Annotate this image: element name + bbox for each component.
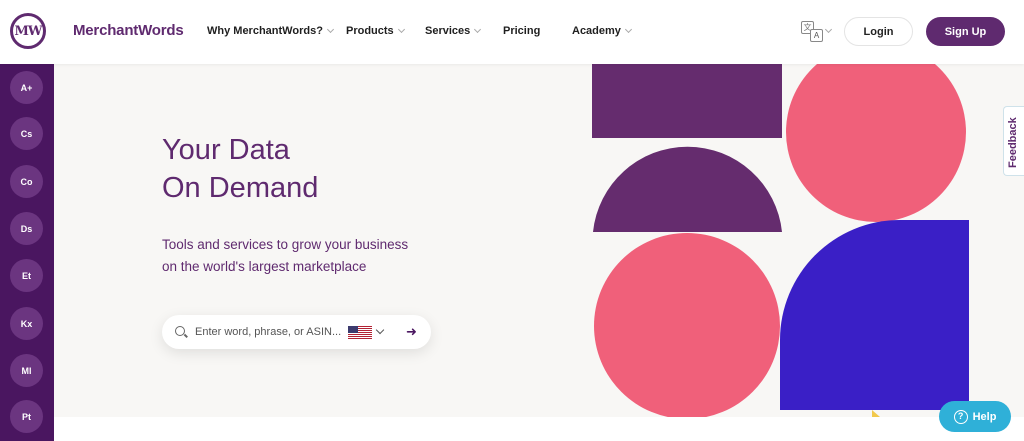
- purple-half-circle-top: [592, 64, 782, 138]
- nav-label: Why MerchantWords?: [207, 25, 323, 37]
- nav-pricing[interactable]: Pricing: [503, 25, 540, 37]
- keyword-search-bar: ➜: [162, 315, 431, 349]
- chevron-down-icon[interactable]: [375, 325, 385, 335]
- hero-subtitle: Tools and services to grow your business…: [162, 234, 462, 278]
- translate-icon[interactable]: 文 A: [801, 21, 825, 43]
- translate-icon-glyph-b: A: [810, 29, 823, 42]
- arrow-right-icon[interactable]: ➜: [406, 325, 417, 339]
- sidebar-item-et[interactable]: Et: [10, 259, 43, 292]
- sidebar-item-kx[interactable]: Kx: [10, 307, 43, 340]
- hero-title-line-2: On Demand: [162, 172, 319, 204]
- coral-circle-top: [786, 64, 966, 222]
- hero-title: Your Data On Demand: [162, 131, 318, 207]
- nav-why-merchantwords[interactable]: Why MerchantWords?: [207, 25, 334, 37]
- blue-quarter-shape: [780, 220, 969, 410]
- chevron-down-icon: [624, 25, 632, 34]
- sidebar-item-a-plus[interactable]: A+: [10, 71, 43, 104]
- hero-section: Your Data On Demand Tools and services t…: [54, 64, 1024, 417]
- brand-name[interactable]: MerchantWords: [73, 22, 184, 39]
- sidebar-item-ds[interactable]: Ds: [10, 212, 43, 245]
- yellow-accent: [872, 410, 880, 417]
- us-flag-graphic: [348, 326, 372, 339]
- us-flag-icon[interactable]: [348, 326, 372, 339]
- nav-products[interactable]: Products: [346, 25, 405, 37]
- nav-label: Academy: [572, 25, 621, 37]
- logo-icon[interactable]: MW: [10, 13, 46, 49]
- sidebar-item-pt[interactable]: Pt: [10, 400, 43, 433]
- nav-academy[interactable]: Academy: [572, 25, 632, 37]
- chevron-down-icon[interactable]: [824, 25, 833, 34]
- signup-button[interactable]: Sign Up: [926, 17, 1005, 46]
- hero-title-line-1: Your Data: [162, 134, 290, 166]
- chevron-down-icon: [474, 25, 482, 34]
- nav-label: Products: [346, 25, 394, 37]
- logo-text: MW: [14, 23, 43, 39]
- help-button[interactable]: ? Help: [939, 401, 1011, 432]
- login-button[interactable]: Login: [844, 17, 913, 46]
- sidebar-item-ml[interactable]: Ml: [10, 354, 43, 387]
- search-icon: [175, 326, 185, 336]
- hero-subtitle-line-1: Tools and services to grow your business: [162, 237, 409, 252]
- search-input[interactable]: [195, 324, 345, 340]
- chevron-down-icon: [397, 25, 405, 34]
- coral-circle-bottom: [594, 233, 780, 417]
- feedback-tab[interactable]: Feedback: [1003, 106, 1024, 176]
- feedback-label: Feedback: [1007, 117, 1019, 168]
- purple-half-circle-bottom: [593, 146, 782, 232]
- sidebar-item-cs[interactable]: Cs: [10, 117, 43, 150]
- question-icon: ?: [953, 409, 968, 424]
- sidebar-item-co[interactable]: Co: [10, 165, 43, 198]
- purple-top-cutout: [592, 64, 782, 138]
- nav-label: Services: [425, 25, 471, 37]
- tools-sidebar: A+ Cs Co Ds Et Kx Ml Pt: [0, 64, 54, 441]
- help-label: Help: [972, 410, 997, 423]
- nav-label: Pricing: [503, 25, 541, 37]
- nav-services[interactable]: Services: [425, 25, 482, 37]
- purple-block-top: [592, 64, 782, 138]
- chevron-down-icon: [326, 25, 334, 34]
- top-header: MW MerchantWords Why MerchantWords? Prod…: [0, 0, 1024, 64]
- hero-subtitle-line-2: on the world's largest marketplace: [162, 259, 367, 274]
- purple-top-arc: [592, 64, 782, 138]
